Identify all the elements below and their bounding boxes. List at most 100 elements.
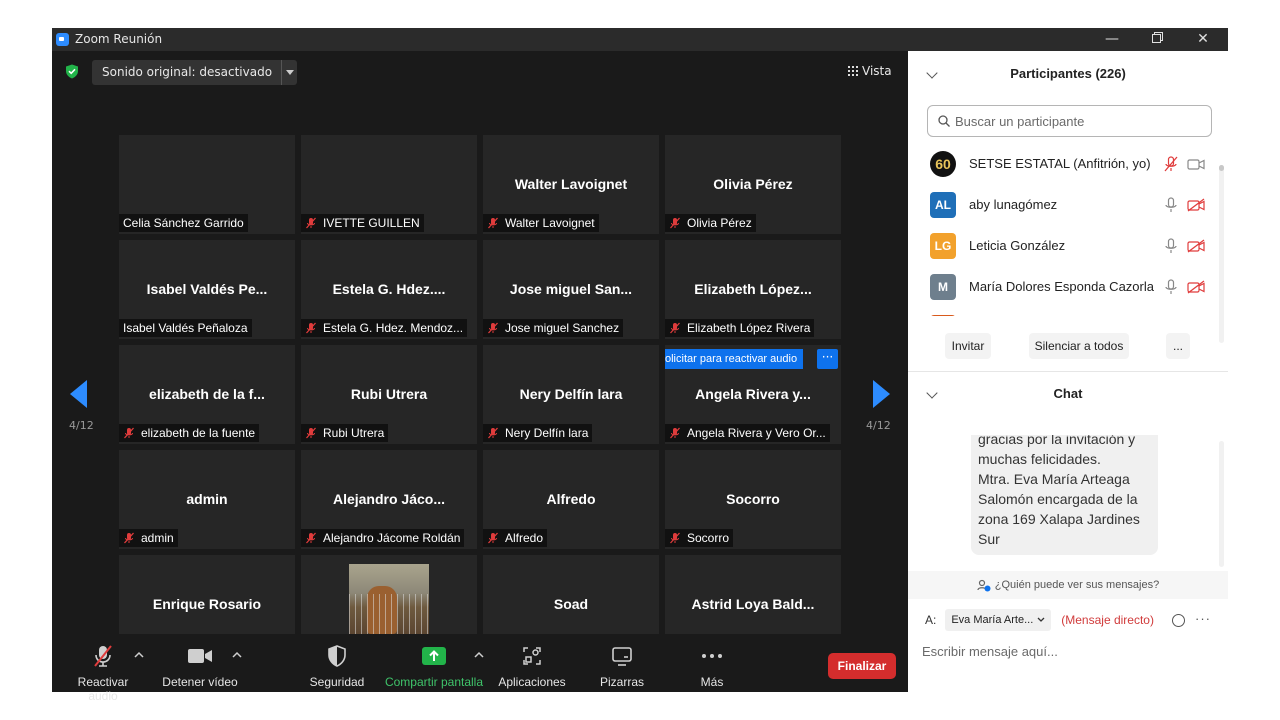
video-tile[interactable]: Jose miguel San... Jose miguel Sanchez	[483, 240, 659, 339]
video-tile[interactable]: Angela Rivera y... olicitar para reactiva…	[665, 345, 841, 444]
video-grid: Celia Sánchez Garrido IVETTE GUILLEN Walte…	[119, 135, 845, 657]
participant-row[interactable]: LG Leticia González	[908, 225, 1220, 266]
share-options-chevron-icon[interactable]	[474, 651, 484, 659]
mic-icon[interactable]	[1164, 196, 1178, 213]
participant-name: Socorro	[687, 531, 730, 545]
participant-name-label: admin	[119, 529, 178, 547]
video-tile[interactable]: Olivia Pérez Olivia Pérez	[665, 135, 841, 234]
participant-name: elizabeth de la fuente	[141, 426, 256, 440]
camera-icon[interactable]	[1187, 157, 1205, 171]
participant-display-name: Alejandro Jáco...	[332, 491, 446, 507]
minimize-button[interactable]: —	[1092, 29, 1132, 49]
participant-row[interactable]: AL aby lunagómez	[908, 184, 1220, 225]
share-screen-button[interactable]: Compartir pantalla	[382, 644, 486, 689]
mic-icon[interactable]	[1164, 278, 1178, 295]
more-button[interactable]: Más	[688, 644, 736, 689]
video-tile[interactable]: admin admin	[119, 450, 295, 549]
participant-name: Estela G. Hdez. Mendoz...	[323, 321, 464, 335]
apps-button[interactable]: Aplicaciones	[494, 644, 570, 689]
video-tile[interactable]: Socorro Socorro	[665, 450, 841, 549]
meeting-toolbar: Reactivar audio Detener vídeo Seguridad	[52, 634, 908, 703]
view-label: Vista	[862, 64, 892, 78]
participant-search-input[interactable]	[955, 113, 1195, 129]
video-tile[interactable]: Celia Sánchez Garrido	[119, 135, 295, 234]
restore-icon	[1151, 32, 1163, 43]
participant-name-label: Olivia Pérez	[665, 214, 756, 232]
participant-display-name: Jose miguel San...	[509, 281, 633, 297]
participant-row[interactable]: M María Dolores Esponda Cazorla	[908, 266, 1220, 307]
participant-display-name: Nery Delfín lara	[519, 386, 623, 402]
participant-name: Olivia Pérez	[687, 216, 752, 230]
recipient-selector[interactable]: Eva María Arte...	[945, 609, 1052, 631]
chat-options-more-icon[interactable]: ···	[1195, 611, 1211, 626]
stop-video-button[interactable]: Detener vídeo	[159, 644, 241, 689]
chat-message-text: gracias por la invitación y muchas felic…	[978, 435, 1140, 547]
camera-off-icon[interactable]	[1187, 238, 1205, 253]
mic-icon[interactable]	[1164, 237, 1178, 254]
end-meeting-button[interactable]: Finalizar	[828, 653, 896, 679]
chat-message-input[interactable]	[922, 639, 1212, 663]
participant-display-name: admin	[186, 491, 228, 507]
video-tile[interactable]: Rubi Utrera Rubi Utrera	[301, 345, 477, 444]
video-tile[interactable]: IVETTE GUILLEN	[301, 135, 477, 234]
chat-message-bubble: gracias por la invitación y muchas felic…	[971, 435, 1158, 555]
close-window-button[interactable]: ✕	[1183, 29, 1223, 49]
video-options-chevron-icon[interactable]	[232, 651, 242, 659]
video-gallery: Sonido original: desactivado Vista 4/12 …	[52, 51, 908, 692]
invite-button[interactable]: Invitar	[945, 333, 991, 359]
security-button[interactable]: Seguridad	[304, 644, 370, 689]
video-tile[interactable]: Alfredo Alfredo	[483, 450, 659, 549]
mic-muted-icon	[124, 532, 134, 544]
encryption-shield-icon[interactable]	[65, 64, 79, 79]
video-tile[interactable]: Estela G. Hdez.... Estela G. Hdez. Mendoz…	[301, 240, 477, 339]
video-tile[interactable]: Alejandro Jáco... Alejandro Jácome Roldán	[301, 450, 477, 549]
participant-name: Alfredo	[505, 531, 544, 545]
participant-name-label: Jose miguel Sanchez	[483, 319, 624, 337]
audio-options-chevron-icon[interactable]	[134, 651, 144, 659]
camera-off-icon[interactable]	[1187, 197, 1205, 212]
mic-muted-icon[interactable]	[1164, 155, 1178, 172]
participants-title: Participantes (226)	[1010, 66, 1126, 81]
participant-row[interactable]	[908, 307, 1220, 316]
participant-row[interactable]: 60 SETSE ESTATAL (Anfitrión, yo)	[908, 143, 1220, 184]
chat-recipient-row: A: Eva María Arte... (Mensaje directo)	[925, 608, 1154, 632]
previous-page-button[interactable]	[70, 380, 88, 408]
restore-button[interactable]	[1137, 29, 1177, 49]
participant-list-scrollbar[interactable]	[1219, 165, 1224, 343]
chevron-down-icon[interactable]	[281, 60, 297, 85]
participant-name: admin	[141, 531, 174, 545]
video-tile[interactable]: elizabeth de la f... elizabeth de la fuen…	[119, 345, 295, 444]
chat-scrollbar[interactable]	[1219, 441, 1224, 567]
next-page-button[interactable]	[872, 380, 890, 408]
video-tile[interactable]: Nery Delfín lara Nery Delfín lara	[483, 345, 659, 444]
participants-more-button[interactable]: ...	[1166, 333, 1190, 359]
request-unmute-button[interactable]: olicitar para reactivar audio	[665, 349, 804, 369]
window-title: Zoom Reunión	[75, 32, 163, 46]
participant-row-name: SETSE ESTATAL (Anfitrión, yo)	[969, 156, 1151, 171]
emoji-icon[interactable]	[1172, 614, 1185, 627]
unmute-label: Reactivar audio	[77, 675, 129, 703]
participant-search-box[interactable]	[927, 105, 1212, 137]
video-tile[interactable]: Isabel Valdés Pe... Isabel Valdés Peñaloz…	[119, 240, 295, 339]
view-button[interactable]: Vista	[848, 64, 892, 78]
panel-divider	[908, 371, 1228, 372]
mic-muted-icon	[306, 217, 316, 229]
chevron-down-icon	[1037, 617, 1045, 622]
grid-view-icon	[848, 66, 858, 76]
mic-muted-icon	[670, 217, 680, 229]
apps-icon	[523, 647, 541, 665]
tile-more-options-button[interactable]: ···	[817, 349, 838, 369]
mute-all-button[interactable]: Silenciar a todos	[1029, 333, 1129, 359]
video-tile[interactable]: Walter Lavoignet Walter Lavoignet	[483, 135, 659, 234]
participant-name-label: Alejandro Jácome Roldán	[301, 529, 465, 547]
who-can-see-messages-link[interactable]: ¿Quién puede ver sus mensajes?	[908, 571, 1228, 599]
participant-name-label: Alfredo	[483, 529, 548, 547]
unmute-button[interactable]: Reactivar audio	[62, 644, 144, 703]
participant-avatar: LG	[930, 232, 956, 259]
camera-off-icon[interactable]	[1187, 279, 1205, 294]
participant-name-label: Walter Lavoignet	[483, 214, 599, 232]
original-sound-button[interactable]: Sonido original: desactivado	[92, 60, 298, 85]
participant-name-label: Isabel Valdés Peñaloza	[119, 319, 252, 337]
whiteboards-button[interactable]: Pizarras	[592, 644, 652, 689]
video-tile[interactable]: Elizabeth López... Elizabeth López Rivera	[665, 240, 841, 339]
